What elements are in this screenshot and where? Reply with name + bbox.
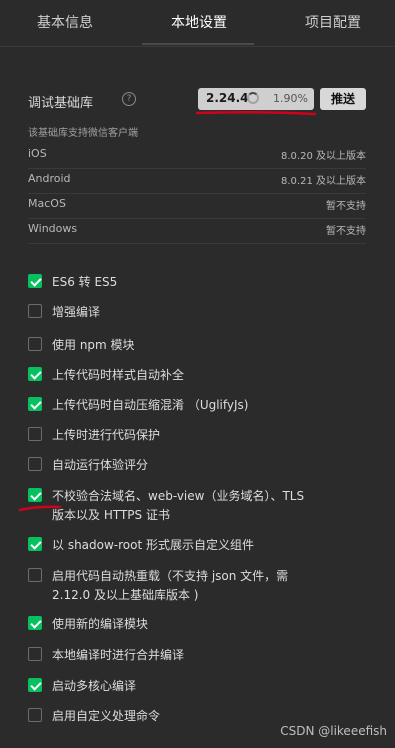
- option-label: 以 shadow-root 形式展示自定义组件: [52, 538, 255, 552]
- watermark: CSDN @likeeefish: [280, 724, 387, 738]
- version-value: 2.24.4: [206, 91, 249, 105]
- checkbox[interactable]: [28, 708, 42, 722]
- support-row-macos: MacOS 暂不支持: [28, 194, 366, 219]
- tab-basic-info[interactable]: 基本信息: [37, 12, 93, 32]
- download-progress: 1.90%: [273, 92, 308, 105]
- checkbox[interactable]: [28, 678, 42, 692]
- option-label: 不校验合法域名、web-view（业务域名）、TLS: [52, 489, 305, 503]
- support-version: 暂不支持: [326, 226, 366, 237]
- checkbox[interactable]: [28, 568, 42, 582]
- version-select[interactable]: 2.24.4 1.90%: [198, 88, 314, 110]
- checkbox[interactable]: [28, 488, 42, 502]
- option-label: 自动运行体验评分: [52, 458, 149, 472]
- checkbox[interactable]: [28, 397, 42, 411]
- option-label: 上传代码时自动压缩混淆 （UglifyJs): [52, 398, 249, 412]
- option-label: 本地编译时进行合并编译: [52, 648, 185, 662]
- support-version: 暂不支持: [326, 201, 366, 212]
- checkbox[interactable]: [28, 537, 42, 551]
- support-row-windows: Windows 暂不支持: [28, 219, 366, 244]
- red-annotation-mark: [18, 505, 62, 512]
- support-row-ios: iOS 8.0.20 及以上版本: [28, 144, 366, 169]
- support-os: MacOS: [28, 197, 66, 210]
- checkbox[interactable]: [28, 427, 42, 441]
- checkbox[interactable]: [28, 304, 42, 318]
- checkbox[interactable]: [28, 616, 42, 630]
- option-label: 启用代码自动热重载（不支持 json 文件，需: [52, 569, 289, 583]
- support-os: iOS: [28, 147, 47, 160]
- help-icon[interactable]: ?: [122, 92, 136, 106]
- support-os: Android: [28, 172, 71, 185]
- checkbox[interactable]: [28, 367, 42, 381]
- option-label: 启用自定义处理命令: [52, 709, 161, 723]
- tab-project-config[interactable]: 项目配置: [305, 12, 361, 32]
- tab-local-settings[interactable]: 本地设置: [171, 12, 227, 32]
- red-annotation-underline: [196, 110, 316, 116]
- support-title: 该基础库支持微信客户端: [28, 128, 138, 139]
- option-label: 上传时进行代码保护: [52, 428, 161, 442]
- base-library-row: 调试基础库 ? 2.24.4 1.90% 推送: [28, 88, 368, 112]
- support-row-android: Android 8.0.21 及以上版本: [28, 169, 366, 194]
- loading-spinner-icon: [247, 92, 259, 104]
- active-tab-indicator: [142, 43, 254, 45]
- option-label: 使用新的编译模块: [52, 617, 149, 631]
- checkbox[interactable]: [28, 274, 42, 288]
- option-label-line2: 版本以及 HTTPS 证书: [52, 508, 170, 522]
- option-label: ES6 转 ES5: [52, 275, 118, 289]
- option-label: 使用 npm 模块: [52, 338, 135, 352]
- push-button[interactable]: 推送: [320, 88, 366, 110]
- tab-bar: 基本信息 本地设置 项目配置: [0, 0, 395, 46]
- support-os: Windows: [28, 222, 78, 235]
- checkbox[interactable]: [28, 647, 42, 661]
- checkbox[interactable]: [28, 337, 42, 351]
- support-version: 8.0.21 及以上版本: [281, 176, 366, 187]
- option-label: 增强编译: [52, 305, 101, 319]
- support-version: 8.0.20 及以上版本: [281, 151, 366, 162]
- option-label: 上传代码时样式自动补全: [52, 368, 185, 382]
- base-library-label: 调试基础库: [28, 96, 94, 111]
- checkbox[interactable]: [28, 457, 42, 471]
- option-label: 启动多核心编译: [52, 679, 137, 693]
- option-label-line2: 2.12.0 及以上基础库版本 ): [52, 588, 199, 602]
- divider: [0, 46, 395, 47]
